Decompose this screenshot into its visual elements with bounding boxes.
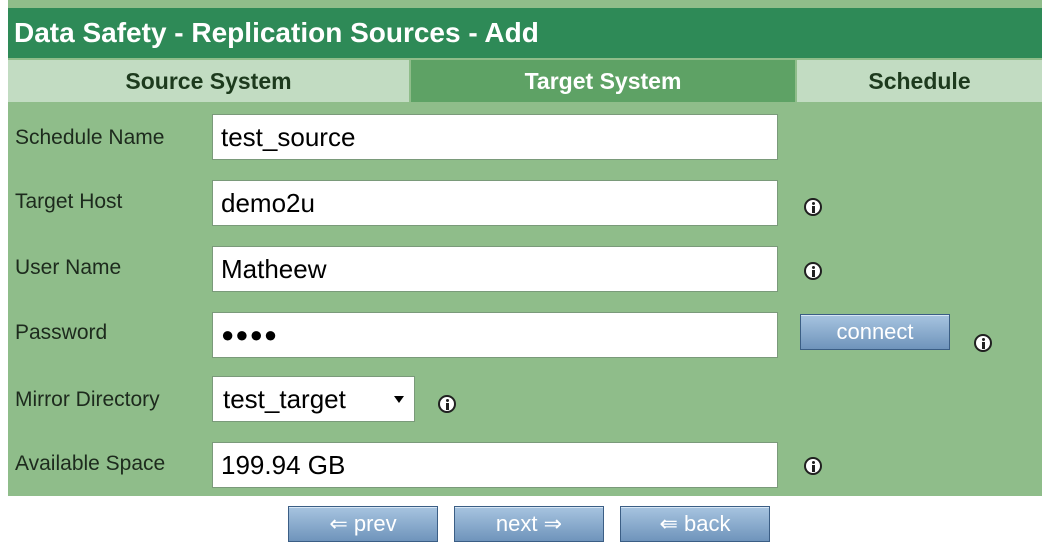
available-space-label: Available Space [15,452,166,475]
tab-schedule[interactable]: Schedule [795,60,1042,102]
target-host-input[interactable]: demo2u [212,180,778,226]
info-icon[interactable] [974,334,992,352]
schedule-name-label: Schedule Name [15,126,165,149]
info-icon[interactable] [438,395,456,413]
info-icon[interactable] [804,198,822,216]
info-icon[interactable] [804,457,822,475]
tab-target-system[interactable]: Target System [409,60,795,102]
user-name-input[interactable]: Matheew [212,246,778,292]
available-space-field: 199.94 GB [212,442,778,488]
page-title: Data Safety - Replication Sources - Add [8,8,1042,58]
target-host-label: Target Host [15,190,123,213]
password-label: Password [15,321,108,344]
mirror-directory-label: Mirror Directory [15,388,160,411]
connect-button[interactable]: connect [800,314,950,350]
wizard-tabs: Source System Target System Schedule [8,60,1042,102]
schedule-name-input[interactable]: test_source [212,114,778,160]
user-name-label: User Name [15,256,122,279]
mirror-directory-select[interactable]: test_target [212,376,415,422]
info-icon[interactable] [804,262,822,280]
mirror-directory-value: test_target [223,384,346,414]
dropdown-caret-icon [394,396,404,403]
password-input[interactable]: ●●●● [212,312,778,358]
tab-source-system[interactable]: Source System [8,60,409,102]
